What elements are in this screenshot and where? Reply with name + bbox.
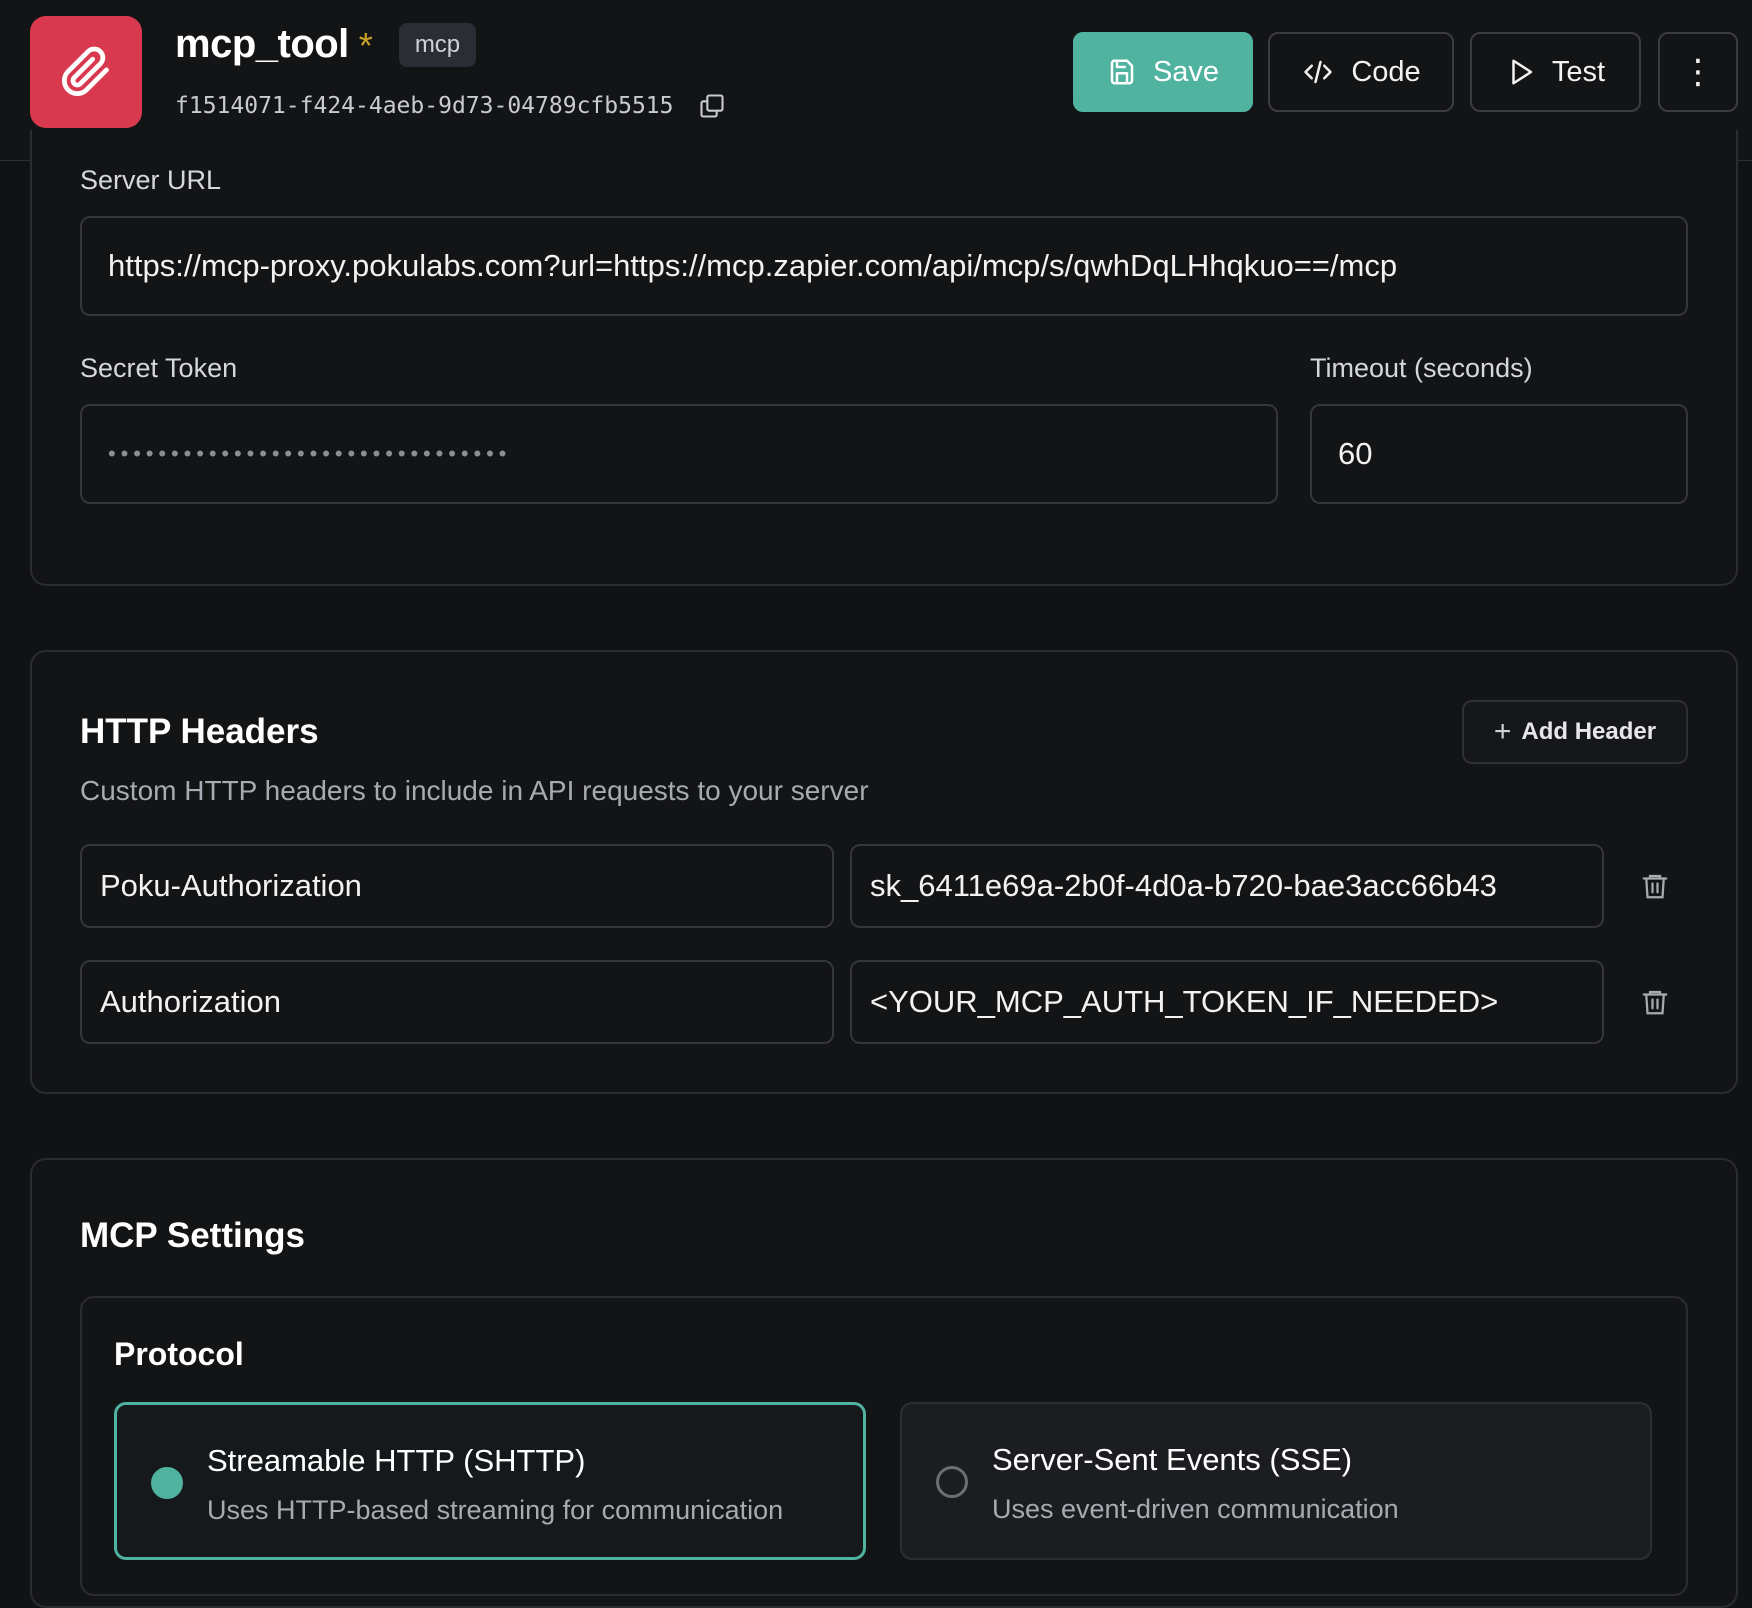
add-header-label: Add Header: [1521, 718, 1657, 745]
server-url-input[interactable]: https://mcp-proxy.pokulabs.com?url=https…: [80, 216, 1688, 316]
unsaved-indicator: *: [358, 24, 373, 66]
test-button[interactable]: Test: [1470, 32, 1641, 112]
header-value-input[interactable]: <YOUR_MCP_AUTH_TOKEN_IF_NEEDED>: [850, 960, 1604, 1044]
tool-name[interactable]: mcp_tool: [175, 22, 349, 67]
paperclip-icon: [62, 46, 109, 96]
save-icon: [1110, 59, 1134, 85]
protocol-option-sse[interactable]: Server-Sent Events (SSE) Uses event-driv…: [900, 1402, 1652, 1560]
header-key-input[interactable]: Authorization: [80, 960, 834, 1044]
add-header-button[interactable]: + Add Header: [1462, 700, 1688, 764]
timeout-label: Timeout (seconds): [1310, 353, 1533, 383]
play-icon: [1512, 59, 1533, 85]
delete-header-button[interactable]: [1640, 870, 1670, 902]
copy-icon[interactable]: [698, 92, 726, 120]
radio-unselected-icon[interactable]: [936, 1466, 968, 1498]
tool-id-row: f1514071-f424-4aeb-9d73-04789cfb5515: [175, 92, 726, 120]
more-options-button[interactable]: ⋮: [1658, 32, 1738, 112]
protocol-option-shttp[interactable]: Streamable HTTP (SHTTP) Uses HTTP-based …: [114, 1402, 866, 1560]
more-icon: ⋮: [1681, 53, 1715, 91]
secret-token-value: ••••••••••••••••••••••••••••••••: [108, 441, 512, 466]
server-url-label: Server URL: [80, 165, 222, 195]
type-badge: mcp: [398, 22, 477, 67]
option-description: Uses event-driven communication: [992, 1494, 1399, 1524]
option-title: Server-Sent Events (SSE): [992, 1442, 1353, 1477]
code-button[interactable]: Code: [1268, 32, 1454, 112]
tool-id: f1514071-f424-4aeb-9d73-04789cfb5515: [175, 93, 674, 119]
plus-icon: +: [1493, 715, 1512, 748]
code-icon: [1304, 60, 1333, 84]
trash-icon: [1642, 990, 1668, 1015]
secret-token-input[interactable]: ••••••••••••••••••••••••••••••••: [80, 404, 1278, 504]
timeout-input[interactable]: 60: [1310, 404, 1688, 504]
header-value-input[interactable]: sk_6411e69a-2b0f-4d0a-b720-bae3acc66b43: [850, 844, 1604, 928]
header-key-input[interactable]: Poku-Authorization: [80, 844, 834, 928]
radio-selected-icon[interactable]: [151, 1467, 183, 1499]
option-description: Uses HTTP-based streaming for communicat…: [207, 1495, 784, 1525]
http-headers-title: HTTP Headers: [80, 712, 319, 751]
http-headers-description: Custom HTTP headers to include in API re…: [80, 775, 869, 806]
test-label: Test: [1551, 55, 1606, 88]
code-label: Code: [1351, 55, 1421, 88]
mcp-settings-title: MCP Settings: [80, 1216, 305, 1255]
delete-header-button[interactable]: [1640, 986, 1670, 1018]
save-label: Save: [1152, 55, 1220, 88]
secret-token-label: Secret Token: [80, 353, 238, 383]
option-title: Streamable HTTP (SHTTP): [207, 1443, 586, 1478]
protocol-label: Protocol: [114, 1336, 244, 1372]
title-row: mcp_tool * mcp: [175, 22, 477, 67]
trash-icon: [1642, 874, 1668, 899]
save-button[interactable]: Save: [1073, 32, 1253, 112]
tool-avatar: [30, 16, 142, 128]
